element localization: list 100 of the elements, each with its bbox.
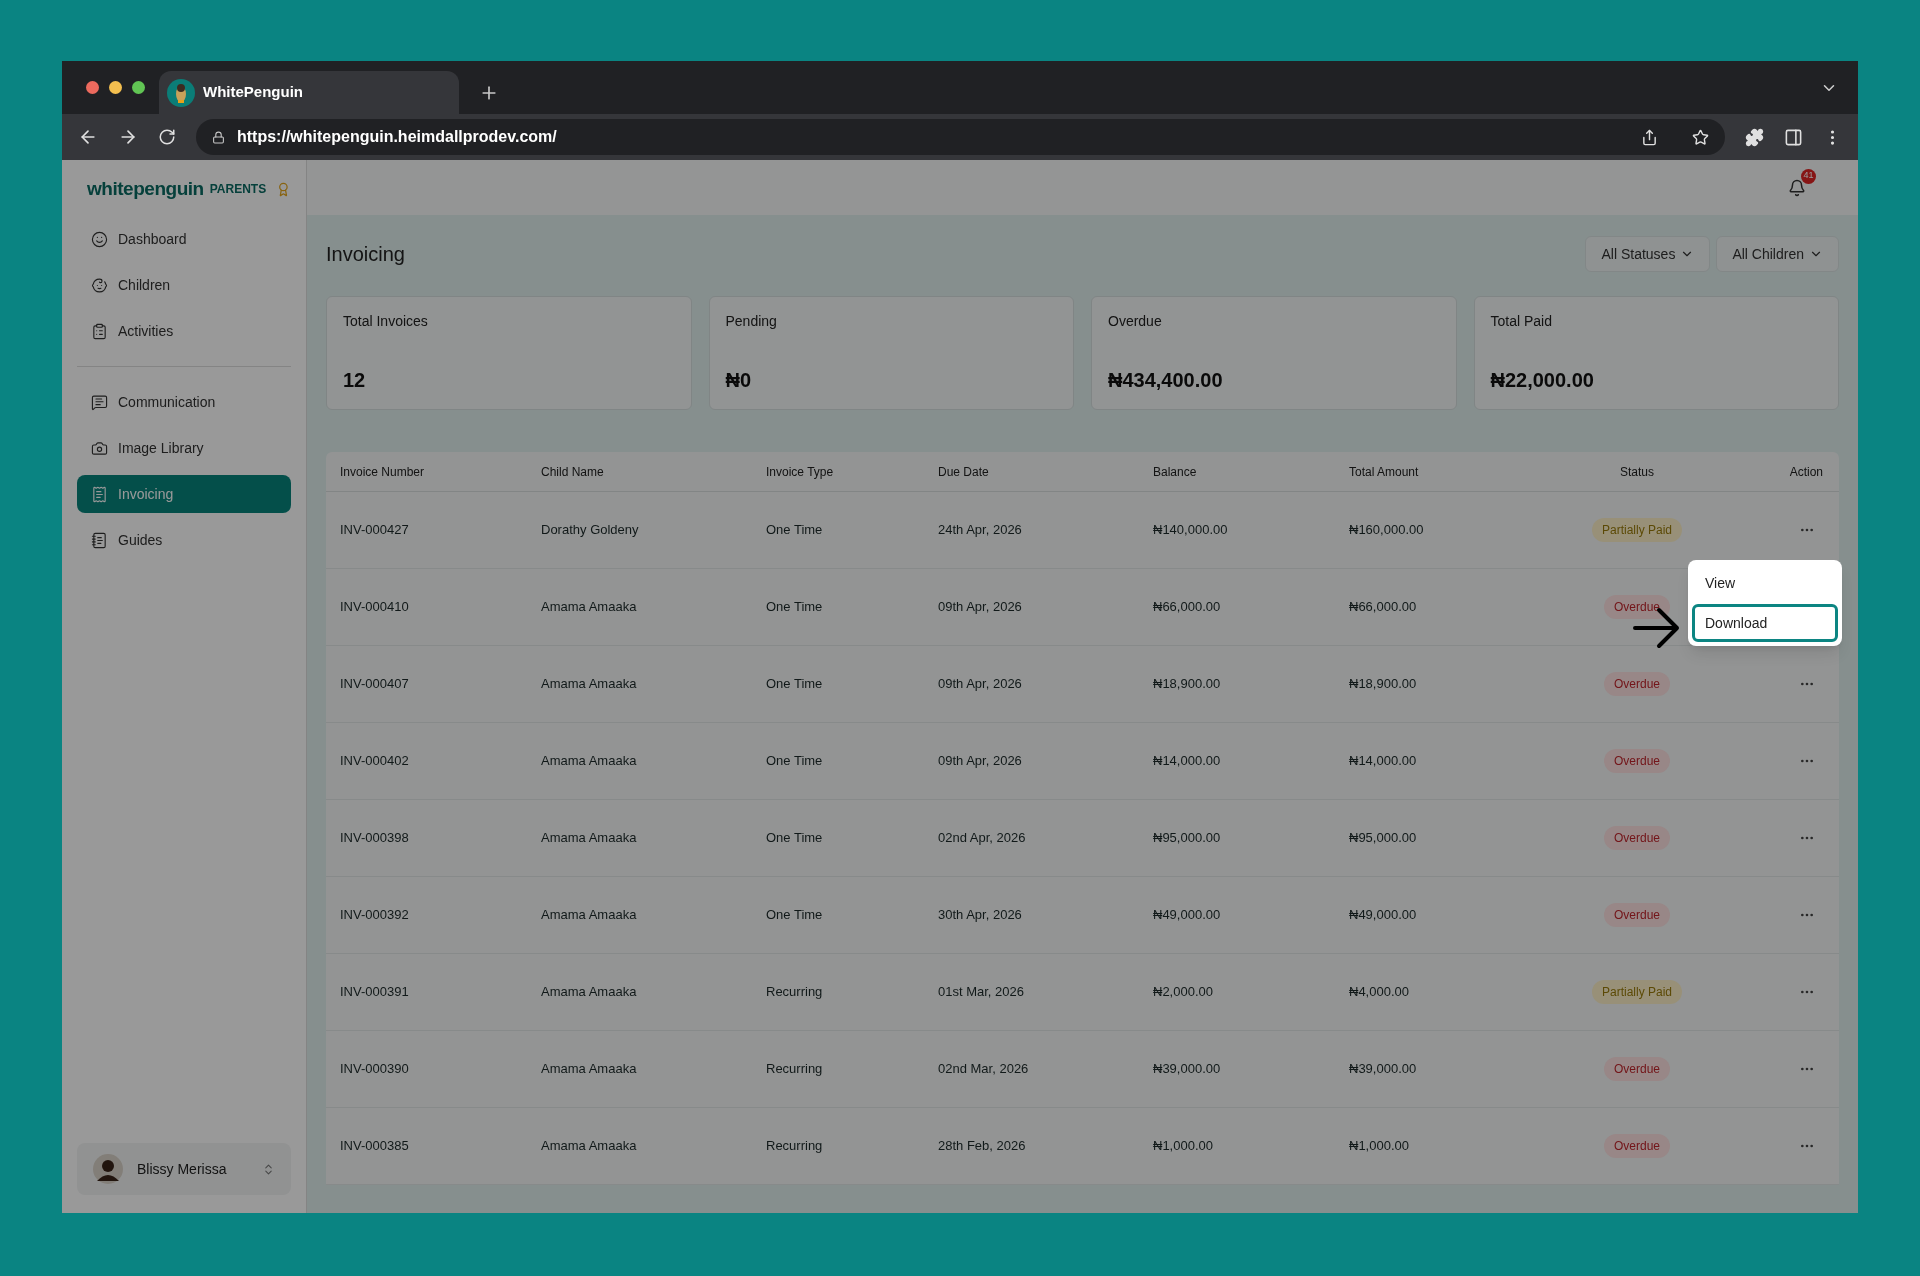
side-panel-icon[interactable] — [1784, 127, 1803, 147]
menu-item[interactable]: View — [1692, 564, 1838, 602]
table-cell-text: 02nd Apr, 2026 — [938, 829, 1027, 848]
sidebar-item[interactable]: Image Library — [77, 429, 291, 467]
table-cell-text: INV-000391 — [340, 983, 410, 1002]
table-cell-text: Amama Amaaka — [541, 906, 638, 925]
table-cell-text: Amama Amaaka — [541, 983, 638, 1002]
column-header: Child Name — [541, 463, 605, 481]
award-icon — [276, 181, 291, 197]
notification-count: 41 — [1801, 168, 1816, 184]
logo-wordmark: whitepenguin — [87, 176, 204, 201]
table-cell-text: ₦66,000.00 — [1153, 598, 1222, 617]
bell-icon[interactable] — [1788, 178, 1806, 197]
table-cell-text: INV-000427 — [340, 521, 410, 540]
column-header: Invoice Type — [766, 463, 835, 481]
bookmark-star-icon[interactable] — [1692, 128, 1709, 146]
address-bar[interactable]: https://whitepenguin.heimdallprodev.com/ — [196, 119, 1725, 155]
table-cell-text: ₦1,000.00 — [1153, 1137, 1214, 1156]
share-icon[interactable] — [1641, 128, 1658, 146]
filter-dropdown[interactable]: All Statuses — [1585, 236, 1711, 272]
table-cell-text: ₦39,000.00 — [1153, 1060, 1222, 1079]
card-label: Pending — [725, 312, 778, 331]
notebook-icon — [91, 531, 108, 549]
table-cell-text: Dorathy Goldeny — [541, 521, 640, 540]
table-cell-text: 09th Apr, 2026 — [938, 598, 1023, 617]
table-cell-text: INV-000402 — [340, 752, 410, 771]
table-cell-text: ₦95,000.00 — [1153, 829, 1222, 848]
table-cell-text: ₦49,000.00 — [1349, 906, 1418, 925]
table-cell-text: 24th Apr, 2026 — [938, 521, 1023, 540]
table-cell-text: 02nd Mar, 2026 — [938, 1060, 1030, 1079]
column-header: Total Amount — [1349, 463, 1420, 481]
status-badge: Overdue — [1604, 903, 1670, 927]
table-cell-text: ₦2,000.00 — [1153, 983, 1214, 1002]
filter-dropdown[interactable]: All Children — [1716, 236, 1839, 272]
sidebar-item[interactable]: Communication — [77, 383, 291, 421]
table-cell-text: Amama Amaaka — [541, 598, 638, 617]
extensions-icon[interactable] — [1745, 127, 1764, 147]
reload-icon[interactable] — [158, 128, 176, 146]
card-value: ₦0 — [725, 368, 753, 393]
expand-icon — [262, 1162, 275, 1176]
child-icon — [91, 276, 108, 294]
user-name: Blissy Merissa — [137, 1159, 228, 1179]
table-cell-text: Amama Amaaka — [541, 675, 638, 694]
table-cell-text: Amama Amaaka — [541, 1137, 638, 1156]
table-cell-text: ₦18,900.00 — [1349, 675, 1418, 694]
table-cell-text: 01st Mar, 2026 — [938, 983, 1025, 1002]
table-cell-text: ₦66,000.00 — [1349, 598, 1418, 617]
table-cell-text: ₦39,000.00 — [1349, 1060, 1418, 1079]
table-cell-text: ₦95,000.00 — [1349, 829, 1418, 848]
table-cell-text: Amama Amaaka — [541, 752, 638, 771]
sidebar-item[interactable]: Children — [77, 266, 291, 304]
table-cell-text: ₦4,000.00 — [1349, 983, 1410, 1002]
table-cell-text: One Time — [766, 598, 824, 617]
table-cell-text: 28th Feb, 2026 — [938, 1137, 1027, 1156]
penguin-logo-icon — [167, 78, 195, 107]
table-cell-text: Amama Amaaka — [541, 829, 638, 848]
clipboard-icon — [91, 322, 108, 340]
card-label: Total Invoices — [343, 312, 429, 331]
table-cell-text: ₦140,000.00 — [1153, 521, 1229, 540]
status-badge: Overdue — [1604, 826, 1670, 850]
table-cell-text: Recurring — [766, 983, 824, 1002]
table-cell-text: ₦18,900.00 — [1153, 675, 1222, 694]
receipt-icon — [91, 485, 108, 503]
card-label: Overdue — [1108, 312, 1163, 331]
table-cell-text: INV-000398 — [340, 829, 410, 848]
column-header: Status — [1620, 463, 1654, 481]
status-badge: Overdue — [1604, 749, 1670, 773]
card-value: ₦22,000.00 — [1490, 368, 1595, 393]
camera-icon — [91, 439, 108, 457]
table-cell-text: One Time — [766, 752, 824, 771]
menu-item[interactable]: Download — [1692, 604, 1838, 642]
table-cell-text: ₦1,000.00 — [1349, 1137, 1410, 1156]
avatar-icon — [93, 1154, 123, 1184]
table-cell-text: INV-000410 — [340, 598, 410, 617]
table-cell-text: Recurring — [766, 1060, 824, 1079]
sidebar-item[interactable]: Guides — [77, 521, 291, 559]
status-badge: Partially Paid — [1592, 518, 1682, 542]
sidebar-item[interactable]: Activities — [77, 312, 291, 350]
table-cell-text: ₦14,000.00 — [1153, 752, 1222, 771]
chat-icon — [91, 393, 108, 411]
table-cell-text: INV-000390 — [340, 1060, 410, 1079]
table-cell-text: 09th Apr, 2026 — [938, 752, 1023, 771]
table-cell-text: ₦14,000.00 — [1349, 752, 1418, 771]
table-cell-text: 30th Apr, 2026 — [938, 906, 1023, 925]
user-switcher[interactable]: Blissy Merissa — [77, 1143, 291, 1195]
column-header: Action — [1789, 463, 1823, 481]
table-cell-text: INV-000392 — [340, 906, 410, 925]
table-cell-text: INV-000407 — [340, 675, 410, 694]
table-cell-text: INV-000385 — [340, 1137, 410, 1156]
tab-title: WhitePenguin — [203, 82, 303, 103]
sidebar-item[interactable]: Dashboard — [77, 220, 291, 258]
status-badge: Overdue — [1604, 1057, 1670, 1081]
browser-tab[interactable]: WhitePenguin — [159, 71, 459, 114]
sidebar-item[interactable]: Invoicing — [77, 475, 291, 513]
table-cell-text: ₦160,000.00 — [1349, 521, 1425, 540]
url-text: https://whitepenguin.heimdallprodev.com/ — [237, 127, 558, 147]
table-cell-text: 09th Apr, 2026 — [938, 675, 1023, 694]
lock-icon — [212, 130, 225, 144]
table-cell-text: One Time — [766, 829, 824, 848]
table-cell-text: One Time — [766, 675, 824, 694]
